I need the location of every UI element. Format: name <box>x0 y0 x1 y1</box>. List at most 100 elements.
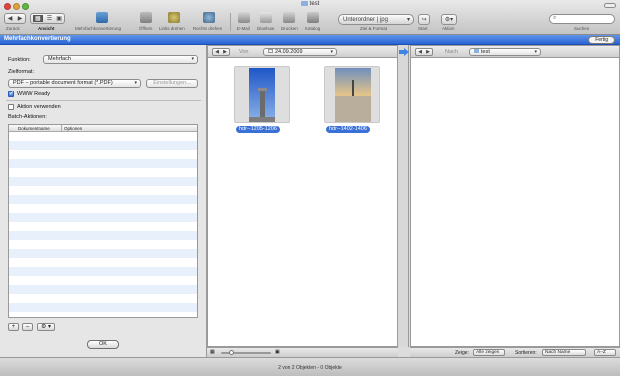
forward-arrow-icon[interactable]: ▶ <box>223 49 227 55</box>
folder-icon <box>300 1 308 6</box>
gear-menu-button[interactable]: ⚙ ▾ <box>37 323 55 331</box>
back-arrow-icon[interactable]: ◀ <box>418 49 422 55</box>
ok-button[interactable]: OK <box>87 340 119 349</box>
table-row[interactable] <box>9 150 197 159</box>
done-button[interactable]: Fertig <box>588 36 615 44</box>
sort-label: Sortieren: <box>515 350 537 356</box>
chevron-down-icon: ▾ <box>330 49 333 55</box>
destination-nav-buttons[interactable]: ◀ ▶ <box>415 48 433 56</box>
table-row[interactable] <box>9 213 197 222</box>
zoom-slider-knob[interactable] <box>229 350 234 355</box>
pane-splitter[interactable] <box>398 45 409 347</box>
slideshow-label: Diashow <box>257 26 275 31</box>
search-field[interactable]: ⌕ <box>549 14 615 24</box>
view-mode-segment[interactable]: ▦ ☰ ▣ <box>30 13 65 24</box>
table-row[interactable] <box>9 303 197 312</box>
table-row[interactable] <box>9 159 197 168</box>
batch-convert-icon[interactable] <box>96 12 108 23</box>
folder-icon <box>474 49 479 53</box>
table-row[interactable] <box>9 285 197 294</box>
table-row[interactable] <box>9 186 197 195</box>
chevron-down-icon: ▾ <box>406 17 410 23</box>
image-thumbnail[interactable] <box>234 66 290 123</box>
zoom-slider[interactable] <box>221 350 271 355</box>
divider <box>6 100 201 101</box>
print-label: Drucken <box>281 26 298 31</box>
add-button[interactable]: + <box>8 323 19 331</box>
table-row[interactable] <box>9 258 197 267</box>
www-ready-checkbox[interactable] <box>8 90 14 97</box>
table-row[interactable] <box>9 294 197 303</box>
source-nav-buttons[interactable]: ◀ ▶ <box>212 48 230 56</box>
table-row[interactable] <box>9 204 197 213</box>
open-icon[interactable] <box>140 12 152 23</box>
destination-footer-bar: Zeige: Alle zeigen Sortieren: Nach Name … <box>410 347 620 357</box>
table-row[interactable] <box>9 240 197 249</box>
back-arrow-icon[interactable]: ◀ <box>215 49 219 55</box>
search-input[interactable] <box>560 16 610 22</box>
show-filter-select[interactable]: Alle zeigen <box>473 349 505 356</box>
table-row[interactable] <box>9 312 197 317</box>
table-row[interactable] <box>9 132 197 141</box>
remove-button[interactable]: – <box>22 323 33 331</box>
target-format-select[interactable]: PDF – portable document format (*.PDF) ▾ <box>8 79 141 88</box>
source-pane-header: ◀ ▶ Von 24.09.2009 ▾ <box>208 46 397 58</box>
image-thumbnail[interactable] <box>324 66 380 123</box>
function-select[interactable]: Mehrfach ▾ <box>43 55 198 64</box>
transfer-arrow-icon[interactable] <box>399 48 409 56</box>
window-title: test <box>0 1 620 7</box>
table-row[interactable] <box>9 276 197 285</box>
sort-select[interactable]: Nach Name <box>542 349 586 356</box>
grid-view-icon[interactable]: ▦ <box>33 15 43 22</box>
table-row[interactable] <box>9 177 197 186</box>
file-item[interactable]: hdr--1402-1406 <box>322 66 384 134</box>
target-format-label: Ziel & Format <box>360 26 388 31</box>
table-row[interactable] <box>9 222 197 231</box>
table-row[interactable] <box>9 141 197 150</box>
table-row[interactable] <box>9 249 197 258</box>
small-grid-icon: ▦ <box>210 349 215 355</box>
target-format-select[interactable]: Unterordner | jpg ▾ <box>338 14 414 25</box>
back-forward-buttons[interactable]: ◀ ▶ <box>4 13 26 24</box>
rotate-left-icon[interactable] <box>168 12 180 23</box>
column-header-document[interactable]: Dokumentname <box>18 126 50 131</box>
from-label: Von <box>239 49 249 55</box>
email-icon[interactable] <box>238 12 250 23</box>
view-label: Ansicht <box>38 26 55 31</box>
toolbar-resize-pill[interactable] <box>604 3 616 8</box>
back-arrow-icon[interactable]: ◀ <box>8 15 13 22</box>
window-toolbar: test ◀ ▶ Zurück ▦ ☰ ▣ Ansicht Mehrfachkonve… <box>0 0 620 35</box>
file-name[interactable]: hdr--1402-1406 <box>326 126 370 133</box>
table-row[interactable] <box>9 168 197 177</box>
settings-button[interactable]: Einstellungen... <box>146 79 198 88</box>
file-name[interactable]: hdr--1205-1206 <box>236 126 280 133</box>
source-pane: ◀ ▶ Von 24.09.2009 ▾ hdr--1205-1206 hdr-… <box>207 45 398 347</box>
source-footer-bar: ▦ ▣ <box>207 347 398 357</box>
print-icon[interactable] <box>283 12 295 23</box>
source-folder-select[interactable]: 24.09.2009 ▾ <box>263 48 337 56</box>
file-item[interactable]: hdr--1205-1206 <box>232 66 292 134</box>
preview-view-icon[interactable]: ▣ <box>56 15 62 22</box>
catalog-icon[interactable] <box>307 12 319 23</box>
destination-folder-select[interactable]: test ▾ <box>469 48 541 56</box>
show-label: Zeige: <box>455 350 469 356</box>
rotate-right-icon[interactable] <box>203 12 215 23</box>
panel-title-bar: Mehrfachkonvertierung Fertig <box>0 35 620 45</box>
column-header-options[interactable]: Optionen <box>64 126 82 131</box>
chevron-down-icon: ▾ <box>534 49 537 55</box>
action-label: Aktion <box>442 26 455 31</box>
batch-actions-label: Batch-Aktionen: <box>8 114 47 120</box>
use-action-checkbox[interactable] <box>8 104 14 110</box>
table-row[interactable] <box>9 267 197 276</box>
slideshow-icon[interactable] <box>260 12 272 23</box>
forward-arrow-icon[interactable]: ▶ <box>426 49 430 55</box>
table-row[interactable] <box>9 195 197 204</box>
batch-convert-label: Mehrfachkonvertierung <box>75 26 122 31</box>
action-menu-button[interactable]: ⚙▾ <box>441 14 457 25</box>
list-view-icon[interactable]: ☰ <box>47 15 52 22</box>
start-button[interactable]: ↪ <box>418 14 430 25</box>
sort-order-select[interactable]: A–Z <box>594 349 616 356</box>
forward-arrow-icon[interactable]: ▶ <box>18 15 23 22</box>
batch-actions-table[interactable]: Dokumentname Optionen <box>8 124 198 318</box>
table-row[interactable] <box>9 231 197 240</box>
